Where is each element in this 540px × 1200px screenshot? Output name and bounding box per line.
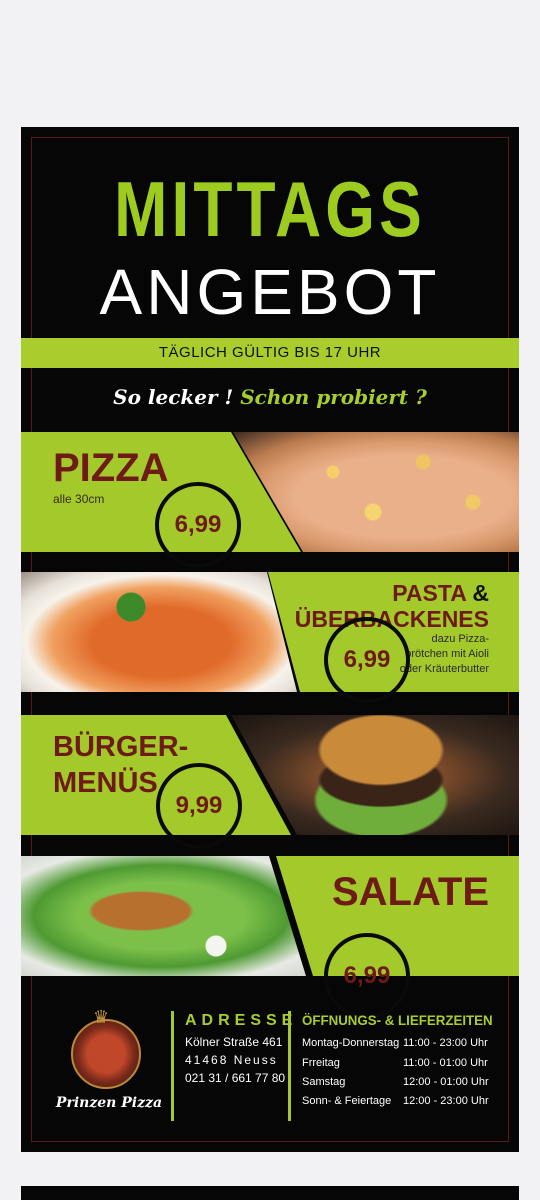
tagline: So lecker ! Schon probiert ? xyxy=(21,385,519,409)
hours-time: 12:00 - 23:00 Uhr xyxy=(403,1095,489,1107)
hours-day: Samstag xyxy=(302,1076,346,1088)
logo-name: Prinzen Pizza xyxy=(55,1095,163,1111)
address-street: Kölner Straße 461 xyxy=(185,1035,283,1049)
hours-row: Sonn- & Feiertage 12:00 - 23:00 Uhr xyxy=(302,1095,507,1107)
title-angebot: ANGEBOT xyxy=(99,256,441,328)
menu-flyer: MITTAGS ANGEBOT TÄGLICH GÜLTIG BIS 17 UH… xyxy=(21,127,519,1152)
menu-row-pasta: PASTA & ÜBERBACKENES dazu Pizza-brötchen… xyxy=(21,572,519,703)
hours-time: 12:00 - 01:00 Uhr xyxy=(403,1076,489,1088)
pizza-logo-icon xyxy=(71,1019,141,1089)
hours-row: Montag-Donnerstag 11:00 - 23:00 Uhr xyxy=(302,1037,507,1049)
hours-day: Frreitag xyxy=(302,1057,340,1069)
dish-name-line2: MENÜS xyxy=(53,767,158,799)
dish-note: alle 30cm xyxy=(53,492,105,506)
menu-row-pizza: PIZZA alle 30cm 6,99 xyxy=(21,432,519,568)
flyer-footer: ♛ Prinzen Pizza ADRESSE Kölner Straße 46… xyxy=(21,997,519,1147)
address-phone: 021 31 / 661 77 80 xyxy=(185,1071,286,1085)
dish-name: PIZZA xyxy=(53,446,169,490)
hours-time: 11:00 - 01:00 Uhr xyxy=(403,1057,488,1069)
hours-time: 11:00 - 23:00 Uhr xyxy=(403,1037,488,1049)
dish-name-line1: PASTA xyxy=(392,580,466,606)
divider xyxy=(171,1011,174,1121)
menu-row-salad: SALATE 6,99 xyxy=(21,856,519,1019)
tagline-green: Schon probiert ? xyxy=(240,385,427,409)
validity-band: TÄGLICH GÜLTIG BIS 17 UHR xyxy=(21,338,519,368)
hours-heading: ÖFFNUNGS- & LIEFERZEITEN xyxy=(302,1012,493,1028)
menu-row-burger: BÜRGER- MENÜS 9,99 xyxy=(21,715,519,849)
address-city: 41468 Neuss xyxy=(185,1053,278,1067)
dish-name-line1: BÜRGER- xyxy=(53,731,189,763)
hours-day: Montag-Donnerstag xyxy=(302,1037,400,1049)
hours-row: Frreitag 11:00 - 01:00 Uhr xyxy=(302,1057,507,1069)
title-mittags: MITTAGS xyxy=(114,165,426,253)
salad-photo xyxy=(21,856,306,976)
price-badge: 6,99 xyxy=(155,482,241,568)
hours-day: Sonn- & Feiertage xyxy=(302,1095,392,1107)
hours-row: Samstag 12:00 - 01:00 Uhr xyxy=(302,1076,507,1088)
crown-icon: ♛ xyxy=(93,1007,110,1027)
pasta-photo xyxy=(21,572,297,692)
next-flyer-edge xyxy=(21,1186,519,1200)
price-badge: 9,99 xyxy=(156,763,242,849)
price-badge: 6,99 xyxy=(324,617,410,703)
tagline-white: So lecker ! xyxy=(113,385,234,409)
dish-name: SALATE xyxy=(331,870,489,914)
ampersand: & xyxy=(472,580,489,606)
address-heading: ADRESSE xyxy=(185,1012,298,1029)
divider xyxy=(288,1011,291,1121)
